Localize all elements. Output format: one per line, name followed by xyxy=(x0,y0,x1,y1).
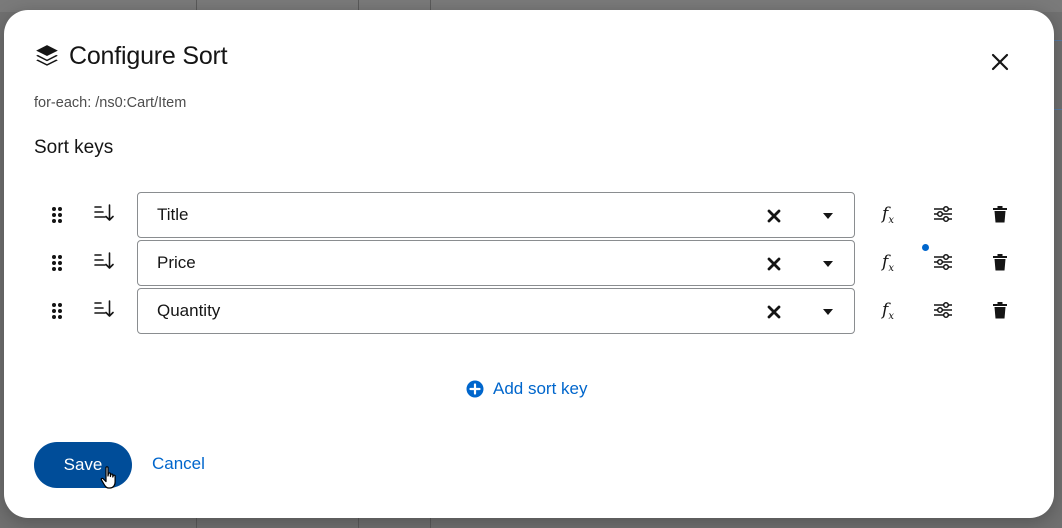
sort-ascending-icon xyxy=(94,300,114,317)
function-button[interactable]: fx xyxy=(874,201,902,227)
drag-handle[interactable] xyxy=(48,299,66,323)
layers-icon xyxy=(34,43,60,69)
function-icon: fx xyxy=(882,252,894,274)
sort-ascending-icon xyxy=(94,204,114,221)
foreach-path: for-each: /ns0:Cart/Item xyxy=(34,95,187,111)
function-icon: fx xyxy=(882,204,894,226)
drag-handle[interactable] xyxy=(48,251,66,275)
clear-button[interactable] xyxy=(764,206,784,226)
clear-button[interactable] xyxy=(764,254,784,274)
sort-key-value: Title xyxy=(157,205,189,224)
sort-options-button[interactable] xyxy=(931,298,955,322)
sort-key-select[interactable]: Price xyxy=(137,240,855,286)
plus-circle-icon xyxy=(466,380,484,398)
delete-sort-key-button[interactable] xyxy=(989,298,1011,322)
clear-button[interactable] xyxy=(764,302,784,322)
close-icon xyxy=(991,53,1009,71)
delete-sort-key-button[interactable] xyxy=(989,250,1011,274)
sort-key-value: Quantity xyxy=(157,301,221,320)
delete-sort-key-button[interactable] xyxy=(989,202,1011,226)
sort-key-select[interactable]: Title xyxy=(137,192,855,238)
save-button[interactable]: Save xyxy=(34,442,132,488)
sort-options-button[interactable] xyxy=(931,250,955,274)
cancel-button[interactable]: Cancel xyxy=(152,454,205,474)
drag-handle-icon xyxy=(52,207,62,223)
sort-ascending-icon xyxy=(94,252,114,269)
sort-key-value: Price xyxy=(157,253,196,272)
dropdown-toggle[interactable] xyxy=(818,254,838,274)
dialog-title: Configure Sort xyxy=(69,41,228,70)
sort-key-row: Quantity fx xyxy=(4,288,1054,334)
configure-sort-dialog: Configure Sort for-each: /ns0:Cart/Item … xyxy=(4,10,1054,518)
sliders-icon xyxy=(934,205,952,223)
dropdown-toggle[interactable] xyxy=(818,206,838,226)
function-button[interactable]: fx xyxy=(874,249,902,275)
dropdown-toggle[interactable] xyxy=(818,302,838,322)
sort-options-button[interactable] xyxy=(931,202,955,226)
trash-icon xyxy=(993,206,1007,223)
caret-down-icon xyxy=(823,309,833,315)
function-button[interactable]: fx xyxy=(874,297,902,323)
function-icon: fx xyxy=(882,300,894,322)
sort-direction-button[interactable] xyxy=(92,201,116,225)
add-sort-key-label: Add sort key xyxy=(493,379,588,398)
caret-down-icon xyxy=(823,213,833,219)
sort-key-row: Title fx xyxy=(4,192,1054,238)
trash-icon xyxy=(993,254,1007,271)
drag-handle-icon xyxy=(52,303,62,319)
sliders-icon xyxy=(934,253,952,271)
dialog-header: Configure Sort xyxy=(34,40,228,72)
sliders-icon xyxy=(934,301,952,319)
clear-icon xyxy=(767,257,781,271)
sort-direction-button[interactable] xyxy=(92,249,116,273)
sort-key-row: Price fx xyxy=(4,240,1054,286)
drag-handle-icon xyxy=(52,255,62,271)
options-modified-indicator xyxy=(922,244,929,251)
add-sort-key-button[interactable]: Add sort key xyxy=(466,377,588,401)
drag-handle[interactable] xyxy=(48,203,66,227)
close-button[interactable] xyxy=(988,50,1012,74)
sort-key-select[interactable]: Quantity xyxy=(137,288,855,334)
clear-icon xyxy=(767,209,781,223)
sort-keys-heading: Sort keys xyxy=(34,137,114,158)
trash-icon xyxy=(993,302,1007,319)
clear-icon xyxy=(767,305,781,319)
caret-down-icon xyxy=(823,261,833,267)
sort-direction-button[interactable] xyxy=(92,297,116,321)
